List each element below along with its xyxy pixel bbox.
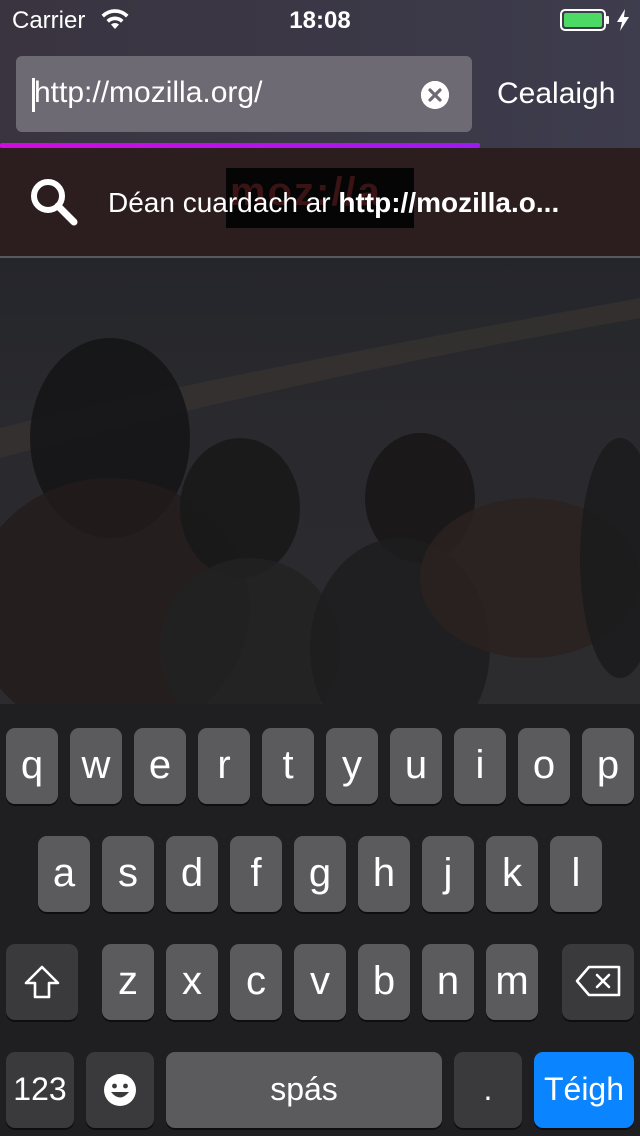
key-t[interactable]: t <box>262 728 314 804</box>
url-text[interactable]: http://mozilla.org/ <box>34 76 262 110</box>
shift-key[interactable] <box>6 944 78 1020</box>
backspace-icon <box>574 963 622 1007</box>
key-g[interactable]: g <box>294 836 346 912</box>
battery-icon <box>560 9 610 36</box>
key-a[interactable]: a <box>38 836 90 912</box>
emoji-key[interactable] <box>86 1052 154 1128</box>
status-bar: Carrier 18:08 <box>0 0 640 40</box>
clock: 18:08 <box>289 7 351 34</box>
cancel-button[interactable]: Cealaigh <box>497 77 615 111</box>
suggestion-text[interactable]: Déan cuardach ar http://mozilla.o... <box>108 187 559 219</box>
key-y[interactable]: y <box>326 728 378 804</box>
key-d[interactable]: d <box>166 836 218 912</box>
key-i[interactable]: i <box>454 728 506 804</box>
key-c[interactable]: c <box>230 944 282 1020</box>
top-bar: Carrier 18:08 http://mozilla.org/ Cealai… <box>0 0 640 148</box>
backspace-key[interactable] <box>562 944 634 1020</box>
key-x[interactable]: x <box>166 944 218 1020</box>
key-u[interactable]: u <box>390 728 442 804</box>
key-w[interactable]: w <box>70 728 122 804</box>
shift-icon <box>22 965 62 1009</box>
suggestion-query: http://mozilla.o... <box>338 187 560 218</box>
space-key[interactable]: spás <box>166 1052 442 1128</box>
clear-circle-icon[interactable] <box>421 81 449 109</box>
key-e[interactable]: e <box>134 728 186 804</box>
key-f[interactable]: f <box>230 836 282 912</box>
key-j[interactable]: j <box>422 836 474 912</box>
period-key[interactable]: . <box>454 1052 522 1128</box>
go-button[interactable]: Téigh <box>534 1052 634 1128</box>
emoji-icon <box>102 1073 138 1117</box>
numbers-key[interactable]: 123 <box>6 1052 74 1128</box>
search-icon <box>28 176 80 233</box>
key-o[interactable]: o <box>518 728 570 804</box>
key-l[interactable]: l <box>550 836 602 912</box>
background-photo <box>0 258 640 704</box>
suggestion-prefix: Déan cuardach ar <box>108 187 339 218</box>
key-q[interactable]: q <box>6 728 58 804</box>
key-k[interactable]: k <box>486 836 538 912</box>
key-r[interactable]: r <box>198 728 250 804</box>
key-m[interactable]: m <box>486 944 538 1020</box>
charging-icon <box>616 8 630 37</box>
key-n[interactable]: n <box>422 944 474 1020</box>
key-p[interactable]: p <box>582 728 634 804</box>
key-h[interactable]: h <box>358 836 410 912</box>
key-z[interactable]: z <box>102 944 154 1020</box>
key-v[interactable]: v <box>294 944 346 1020</box>
key-s[interactable]: s <box>102 836 154 912</box>
key-b[interactable]: b <box>358 944 410 1020</box>
keyboard: q w e r t y u i o p a s d f g h j k l z … <box>0 704 640 1136</box>
